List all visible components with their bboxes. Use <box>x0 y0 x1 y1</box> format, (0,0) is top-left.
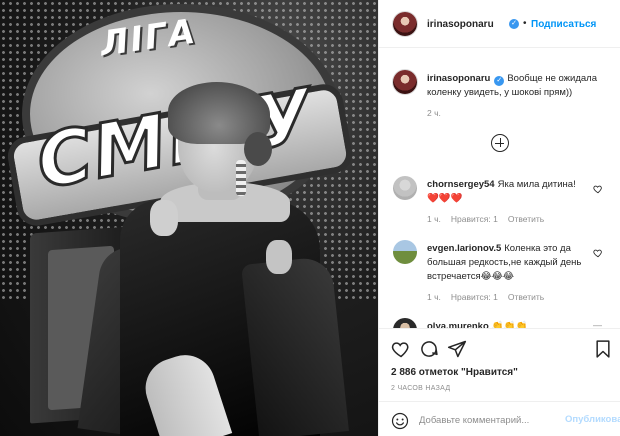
comment-like-heart-icon[interactable] <box>593 248 603 258</box>
emoji-smiley-icon[interactable] <box>391 412 409 430</box>
commenter-avatar[interactable] <box>393 240 417 264</box>
likes-count[interactable]: 2 886 отметок "Нравится" <box>391 367 518 378</box>
caption-username[interactable]: irinasoponaru <box>427 73 490 84</box>
reply-button[interactable]: Ответить <box>508 214 544 224</box>
save-bookmark-icon[interactable] <box>593 339 613 359</box>
verified-badge-icon: ✓ <box>494 76 505 86</box>
reply-button[interactable]: Ответить <box>508 292 544 302</box>
verified-badge-icon: ✓ <box>509 19 519 29</box>
header-separator: • <box>523 18 527 29</box>
follow-button[interactable]: Подписаться <box>531 19 596 30</box>
post-timestamp: 2 ЧАСОВ НАЗАД <box>391 385 451 392</box>
post-actions: 2 886 отметок "Нравится" 2 ЧАСОВ НАЗАД О… <box>379 328 620 436</box>
comment-meta: 1 ч. Нравится: 1 Ответить <box>427 214 554 224</box>
caption-text-block: irinasoponaru ✓ Вообще не ожидала коленку … <box>427 72 607 100</box>
load-more-comments-icon[interactable] <box>491 134 509 152</box>
add-comment-input[interactable] <box>419 412 559 428</box>
comment-time: 1 ч. <box>427 214 441 224</box>
comment-text-block: evgen.larionov.5 Коленка это да большая р… <box>427 242 589 284</box>
like-heart-icon[interactable] <box>391 339 411 359</box>
commenter-username[interactable]: evgen.larionov.5 <box>427 243 501 254</box>
comment-like-heart-icon[interactable] <box>593 184 603 194</box>
hand-right <box>266 240 292 274</box>
post-side-panel: irinasoponaru ✓ • Подписаться irinasopon… <box>378 0 620 436</box>
instagram-post: ЛІГА СМІХУ irinasoponaru ✓ • Подписаться… <box>0 0 620 436</box>
share-paper-plane-icon[interactable] <box>447 339 467 359</box>
author-username[interactable]: irinasoponaru <box>427 19 494 30</box>
caption-avatar[interactable] <box>393 70 417 94</box>
comment-bubble-icon[interactable] <box>419 339 439 359</box>
comment-likes[interactable]: Нравится: 1 <box>451 214 498 224</box>
hand-left <box>150 200 178 236</box>
comment-text-block: chornsergey54 Яка мила дитина! ❤️❤️❤️ <box>427 178 589 206</box>
commenter-username[interactable]: chornsergey54 <box>427 179 495 190</box>
post-header: irinasoponaru ✓ • Подписаться <box>379 0 620 48</box>
jacket-right <box>241 255 349 436</box>
earring <box>236 160 246 196</box>
publish-button[interactable]: Опубликовать <box>565 414 620 425</box>
comment-meta: 1 ч. Нравится: 1 Ответить <box>427 292 554 302</box>
author-avatar[interactable] <box>393 12 417 36</box>
hair-bun <box>244 132 272 166</box>
post-photo[interactable]: ЛІГА СМІХУ <box>0 0 378 436</box>
commenter-avatar[interactable] <box>393 176 417 200</box>
caption-time: 2 ч. <box>427 108 441 118</box>
comment-likes[interactable]: Нравится: 1 <box>451 292 498 302</box>
add-comment-bar: Опубликовать <box>379 401 620 436</box>
comment-time: 1 ч. <box>427 292 441 302</box>
